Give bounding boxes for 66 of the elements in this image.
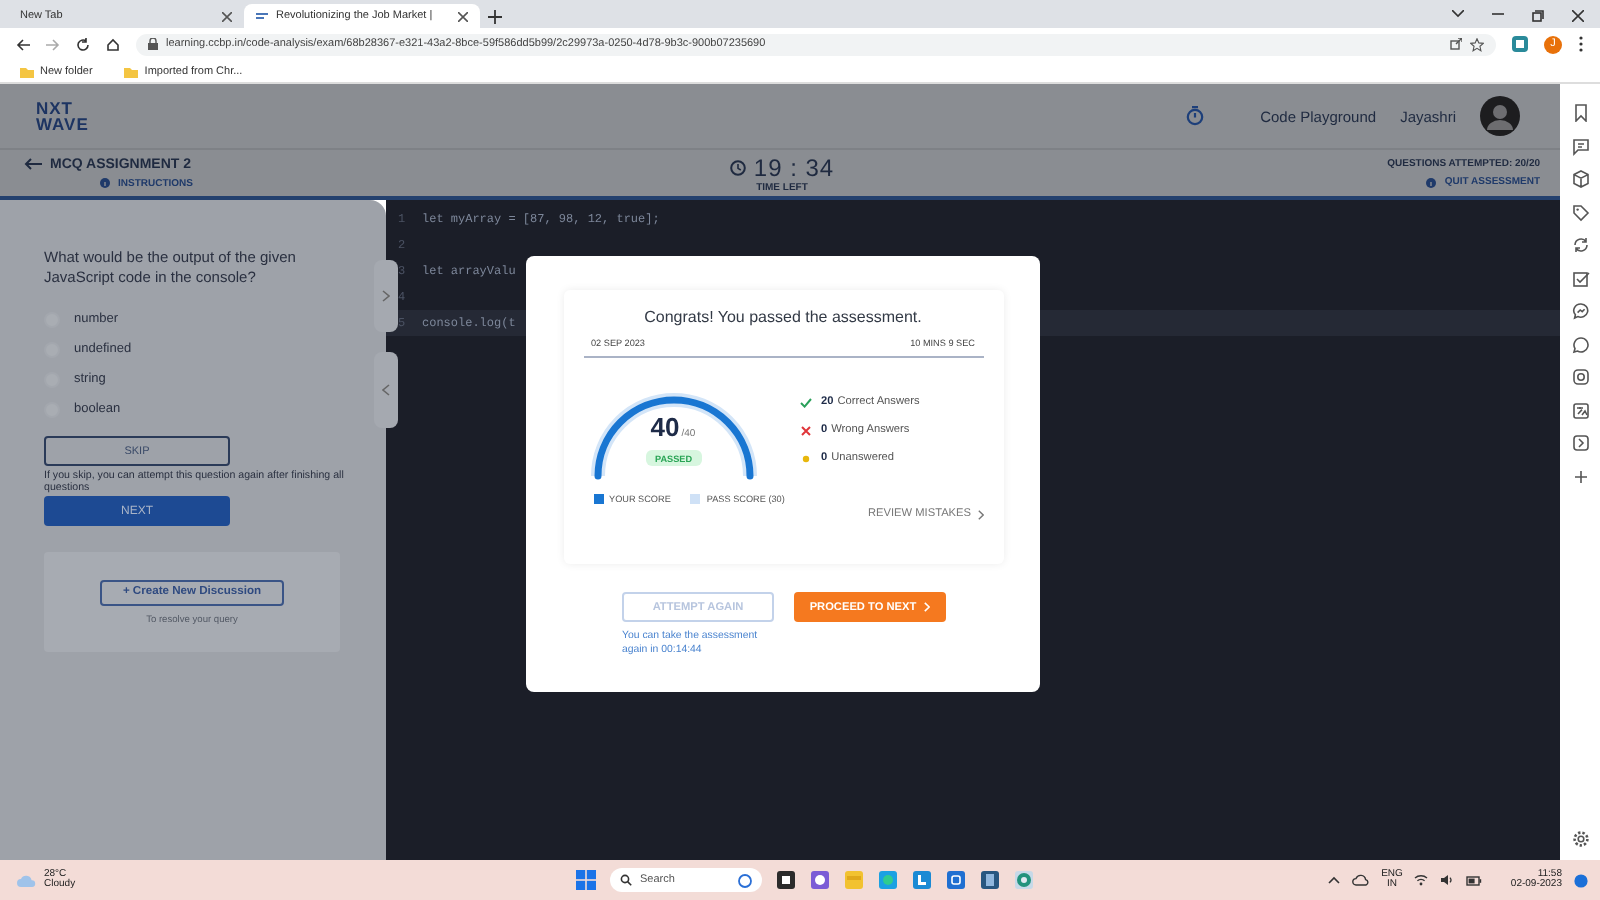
folder-icon: [20, 65, 34, 77]
folder-icon: [124, 65, 139, 77]
chevron-up-icon[interactable]: [1327, 876, 1340, 884]
dot-icon: [799, 453, 811, 463]
sync-icon[interactable]: [1571, 236, 1589, 254]
chevron-right-icon: [924, 602, 931, 612]
expand-handle[interactable]: [374, 260, 398, 332]
new-tab-icon[interactable]: [488, 10, 502, 24]
clock-icon: [729, 159, 746, 175]
chat-app-icon[interactable]: [810, 870, 830, 890]
cloud-icon: [16, 873, 36, 887]
chevron-down-icon[interactable]: [1452, 10, 1464, 18]
legend-swatch: [593, 494, 603, 504]
stopwatch-icon[interactable]: [1186, 106, 1205, 126]
extension-icon[interactable]: [1512, 36, 1528, 52]
home-icon[interactable]: [106, 37, 120, 51]
chevron-right-icon: [382, 290, 390, 302]
cube-icon[interactable]: [1571, 170, 1589, 188]
check-icon: [799, 397, 811, 407]
checklist-icon[interactable]: [1571, 269, 1589, 287]
wifi-icon[interactable]: [1414, 874, 1429, 886]
star-icon[interactable]: [1470, 37, 1484, 51]
chevron-right-icon: [977, 509, 983, 519]
app-icon[interactable]: [912, 870, 932, 890]
info-icon: [1426, 177, 1437, 187]
legend-swatch: [690, 494, 701, 504]
lock-icon: [148, 38, 158, 50]
store-icon[interactable]: [946, 870, 966, 890]
logo-text: WAVE: [36, 116, 89, 132]
search-icon: [620, 874, 632, 886]
windows-icon[interactable]: [576, 870, 596, 890]
translate-icon[interactable]: [1571, 401, 1589, 419]
instagram-icon[interactable]: [1571, 368, 1589, 386]
bookmark-icon[interactable]: [1571, 104, 1589, 122]
chevron-panel-icon[interactable]: [1571, 434, 1589, 452]
minimize-icon[interactable]: [1492, 10, 1504, 18]
share-icon[interactable]: [1450, 38, 1462, 50]
speaker-icon[interactable]: [1440, 874, 1455, 886]
avatar[interactable]: [1480, 96, 1520, 136]
task-view-icon[interactable]: [776, 870, 796, 890]
plus-icon[interactable]: [1571, 467, 1589, 485]
tag-icon[interactable]: [1571, 203, 1589, 221]
close-icon[interactable]: [458, 11, 468, 21]
back-icon[interactable]: [16, 37, 30, 51]
logo-text: NXT: [36, 100, 75, 116]
settings-icon[interactable]: [1571, 830, 1589, 848]
page-icon: [256, 11, 268, 21]
messenger-icon[interactable]: [1571, 302, 1589, 320]
cross-icon: [799, 425, 811, 435]
info-icon: [100, 178, 110, 188]
close-icon[interactable]: [222, 11, 232, 21]
close-icon[interactable]: [1572, 10, 1584, 22]
result-title: Congrats! You passed the assessment.: [642, 308, 924, 326]
restore-icon[interactable]: [1532, 10, 1544, 22]
collapse-handle[interactable]: [374, 352, 398, 428]
notification-icon[interactable]: [1574, 873, 1588, 887]
score: 40: [650, 412, 680, 442]
calculator-icon[interactable]: [980, 870, 1000, 890]
battery-icon[interactable]: [1466, 875, 1483, 885]
countdown-timer: 19 : 34: [753, 153, 835, 181]
chat-icon[interactable]: [1571, 137, 1589, 155]
reload-icon[interactable]: [76, 37, 90, 51]
whatsapp-icon[interactable]: [1571, 335, 1589, 353]
menu-icon[interactable]: [1578, 36, 1584, 52]
back-arrow-icon[interactable]: [24, 158, 42, 170]
chevron-left-icon: [382, 384, 390, 396]
